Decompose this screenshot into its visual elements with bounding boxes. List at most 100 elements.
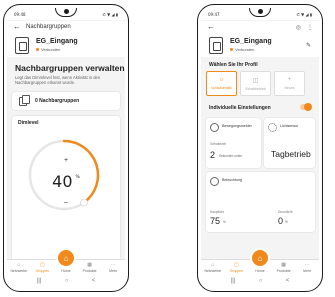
device-name: EG_Eingang xyxy=(36,38,78,45)
status-dot-icon xyxy=(230,48,233,51)
section-description: Legt das Dimmlevel fest, wenn Aktivität … xyxy=(15,75,101,85)
hold-time-unit: Sekunden unten xyxy=(219,154,243,158)
home-icon: ⌂ xyxy=(63,253,69,263)
device-status-label: Verbunden xyxy=(41,47,61,52)
profile-card-schaltbetrieb[interactable]: ◫ Schaltbetrieb xyxy=(240,71,271,96)
phone-left: 09:48 ✆ ▼ ◢ ▮ ← Nachbargruppen EG_Eingan… xyxy=(3,4,129,292)
section-heading: Nachbargruppen verwalten xyxy=(15,63,125,73)
home-icon: ⌂ xyxy=(257,253,263,263)
motion-sensor-card[interactable]: Bewegungsmelder Gehaltezeit 2 Sekunden u… xyxy=(206,118,261,168)
groups-tab-icon: ▢ xyxy=(234,262,239,268)
individual-settings-label: Individuelle Einstellungen xyxy=(209,105,271,111)
recent-apps-button[interactable]: ||| xyxy=(37,278,42,284)
tab-label: Produkte xyxy=(82,269,97,273)
edit-pencil-icon[interactable]: ✎ xyxy=(306,42,311,49)
groups-tab-icon: ▢ xyxy=(40,262,45,268)
tab-networks[interactable]: ⌂ Netzwerke xyxy=(203,262,223,273)
tab-label: Gruppen xyxy=(229,269,244,273)
device-name: EG_Eingang xyxy=(230,38,272,45)
profile-heading: Wählen Sie Ihr Profil xyxy=(209,62,258,68)
groups-icon xyxy=(19,94,30,106)
tab-groups[interactable]: ▢ Gruppen xyxy=(32,262,52,273)
plus-icon: + xyxy=(287,77,292,83)
phone-right: 09:47 ✆ ▼ ◢ ▮ ← ◎ ⋮ EG_Eingang Verbunden… xyxy=(197,4,323,292)
status-time: 09:48 xyxy=(14,11,26,17)
device-status-label: Verbunden xyxy=(235,47,255,52)
tab-more[interactable]: ⋯ Mehr xyxy=(297,262,317,273)
visibility-icon[interactable]: ◎ xyxy=(296,24,301,31)
tab-groups[interactable]: ▢ Gruppen xyxy=(226,262,246,273)
profile-card-new[interactable]: + Neues xyxy=(274,71,305,96)
tab-products[interactable]: ▦ Produkte xyxy=(80,262,100,273)
light-sensor-mode: Tagbetrieb xyxy=(271,149,311,159)
network-icon: ⌂ xyxy=(17,262,21,268)
system-home-button[interactable]: ○ xyxy=(259,278,263,284)
profile-list: ☼ Vollautomatik ◫ Schaltbetrieb + Neues xyxy=(206,71,319,96)
status-icons: ✆ ▼ ◢ ▮ xyxy=(102,11,118,17)
hold-time-label: Gehaltezeit xyxy=(210,142,227,146)
sun-sensor-icon xyxy=(268,123,277,132)
back-arrow-icon[interactable]: ← xyxy=(207,23,215,31)
device-header: EG_Eingang Verbunden ✎ xyxy=(201,33,319,57)
tab-label: Mehr xyxy=(109,269,118,273)
system-back-button[interactable]: < xyxy=(92,278,96,284)
tab-label: Produkte xyxy=(276,269,291,273)
dim-level-title: Dimlevel xyxy=(18,120,39,126)
profile-label: Neues xyxy=(284,86,295,90)
neighbour-groups-label: 0 Nachbargruppen xyxy=(35,98,80,104)
base-light-label: Grundlicht xyxy=(278,210,293,214)
dim-level-card: Dimlevel + 40% – xyxy=(12,116,120,262)
status-dot-icon xyxy=(36,48,39,51)
lighting-card[interactable]: Beleuchtung Hauptlicht 75 % Grundlicht 0… xyxy=(206,172,315,232)
main-light-label: Hauptlicht xyxy=(210,210,225,214)
base-light-unit: % xyxy=(285,220,288,224)
overflow-menu-icon[interactable]: ⋮ xyxy=(307,24,313,31)
tab-label: Home xyxy=(255,269,265,273)
device-status: Verbunden xyxy=(230,47,272,52)
screen-left: 09:48 ✆ ▼ ◢ ▮ ← Nachbargruppen EG_Eingan… xyxy=(7,8,125,288)
device-status: Verbunden xyxy=(36,47,78,52)
products-icon: ▦ xyxy=(87,262,92,268)
system-nav-bar: ||| ○ < xyxy=(201,274,319,288)
motion-sensor-icon xyxy=(210,123,219,132)
lighting-title: Beleuchtung xyxy=(222,178,242,182)
neighbour-groups-card[interactable]: 0 Nachbargruppen xyxy=(12,92,120,110)
motion-sensor-title: Bewegungsmelder xyxy=(222,124,252,128)
dim-level-readout: 40% xyxy=(12,172,120,191)
top-bar: ← ◎ ⋮ xyxy=(201,21,319,33)
tab-more[interactable]: ⋯ Mehr xyxy=(103,262,123,273)
network-icon: ⌂ xyxy=(211,262,215,268)
individual-settings-toggle[interactable] xyxy=(300,103,312,111)
decrease-button[interactable]: – xyxy=(12,199,120,206)
dim-level-unit: % xyxy=(75,175,80,180)
home-button[interactable]: ⌂ xyxy=(252,250,268,266)
system-back-button[interactable]: < xyxy=(286,278,290,284)
tab-label: Netzwerke xyxy=(204,269,222,273)
tab-networks[interactable]: ⌂ Netzwerke xyxy=(9,262,29,273)
profile-card-vollautomatik[interactable]: ☼ Vollautomatik xyxy=(206,71,237,96)
tab-label: Netzwerke xyxy=(10,269,28,273)
products-icon: ▦ xyxy=(281,262,286,268)
status-time: 09:47 xyxy=(208,11,220,17)
tab-label: Gruppen xyxy=(35,269,50,273)
recent-apps-button[interactable]: ||| xyxy=(231,278,236,284)
increase-button[interactable]: + xyxy=(12,157,120,164)
tab-label: Home xyxy=(61,269,71,273)
profile-label: Vollautomatik xyxy=(211,86,232,90)
light-sensor-card[interactable]: Lichtsensor Tagbetrieb xyxy=(264,118,315,168)
system-nav-bar: ||| ○ < xyxy=(7,274,125,288)
screen-right: 09:47 ✆ ▼ ◢ ▮ ← ◎ ⋮ EG_Eingang Verbunden… xyxy=(201,8,319,288)
tab-products[interactable]: ▦ Produkte xyxy=(274,262,294,273)
home-button[interactable]: ⌂ xyxy=(58,250,74,266)
device-header: EG_Eingang Verbunden xyxy=(7,33,125,57)
bulb-icon xyxy=(210,177,219,186)
sun-icon: ☼ xyxy=(218,77,225,83)
light-sensor-title: Lichtsensor xyxy=(280,124,299,128)
profile-label: Schaltbetrieb xyxy=(245,86,266,91)
back-arrow-icon[interactable]: ← xyxy=(13,23,21,31)
device-icon xyxy=(209,36,223,54)
page-title: Nachbargruppen xyxy=(26,24,71,30)
system-home-button[interactable]: ○ xyxy=(65,278,69,284)
main-light-unit: % xyxy=(223,220,226,224)
status-icons: ✆ ▼ ◢ ▮ xyxy=(296,11,312,17)
